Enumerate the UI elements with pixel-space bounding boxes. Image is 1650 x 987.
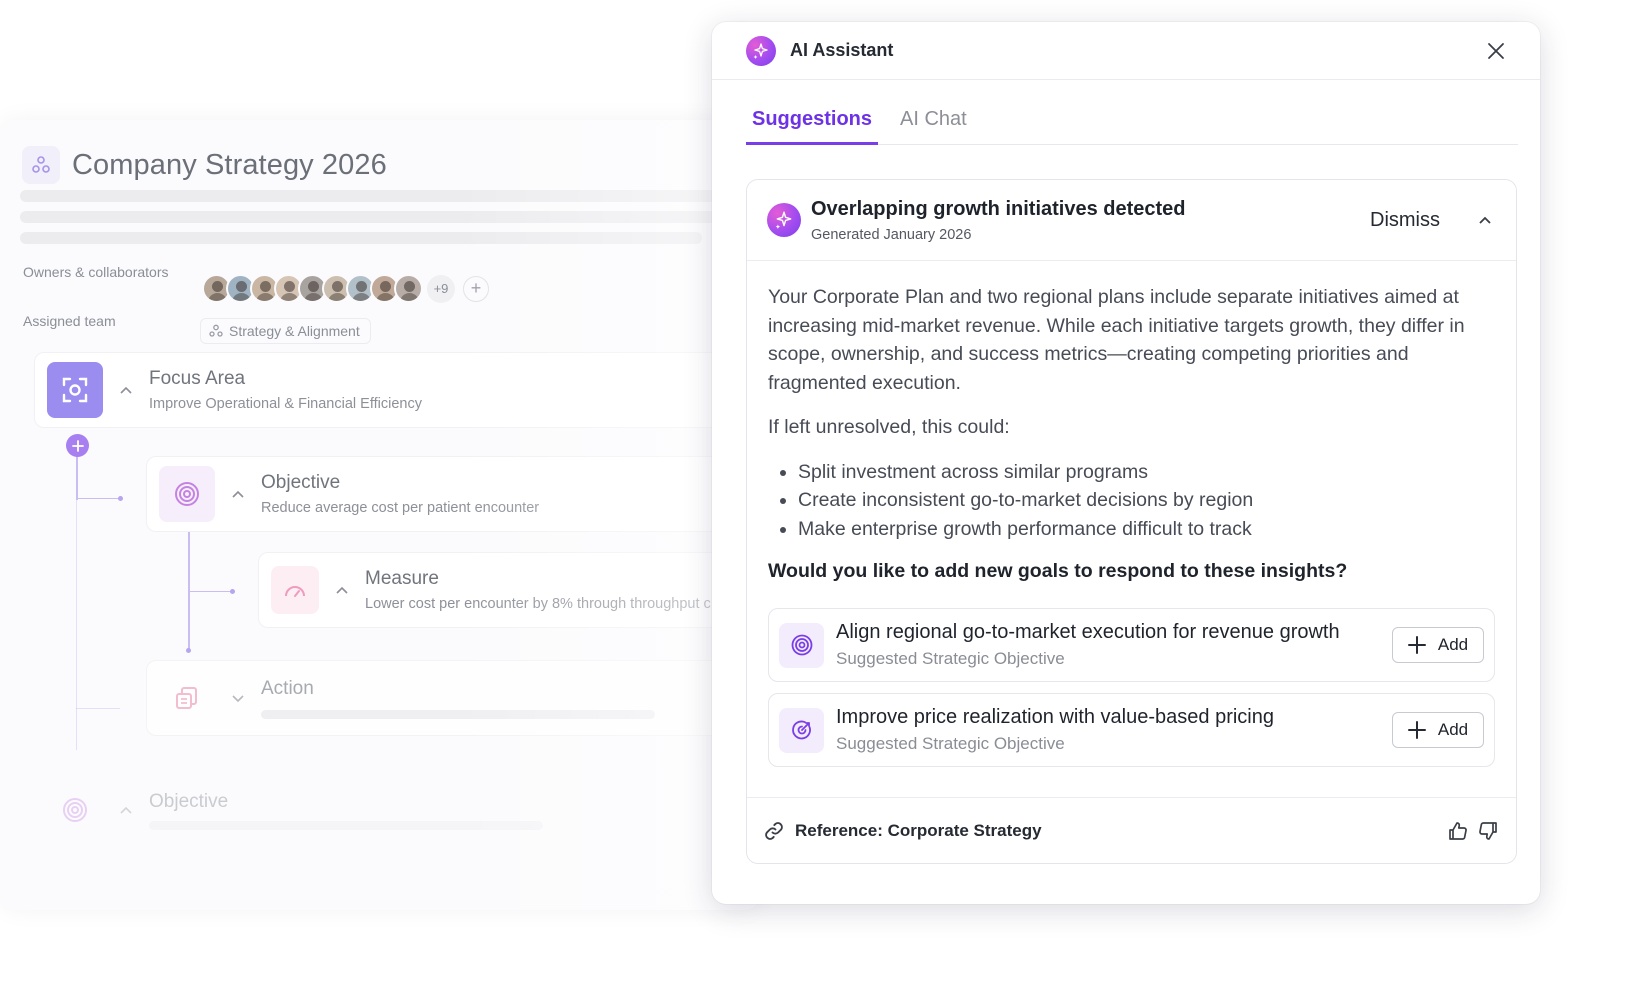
tree-dot [118, 496, 123, 501]
focus-icon [47, 362, 103, 418]
chevron-up-icon[interactable] [117, 381, 135, 399]
chevron-down-icon[interactable] [229, 689, 247, 707]
insight-paragraph: Your Corporate Plan and two regional pla… [768, 286, 1465, 394]
thumbs-down-icon [1479, 821, 1497, 840]
gauge-icon [271, 566, 319, 614]
link-icon [765, 821, 783, 840]
node-skeleton [149, 820, 543, 830]
dismiss-button[interactable]: Dismiss [1370, 209, 1440, 232]
node-title: Action [261, 677, 314, 699]
node-title: Measure [365, 568, 439, 589]
add-suggestion-button[interactable]: Add [1392, 712, 1484, 748]
plus-icon [1407, 721, 1426, 739]
node-title: Objective [261, 472, 341, 493]
list-item: Make enterprise growth performance diffi… [798, 515, 1496, 544]
description-skeleton-line [20, 190, 760, 202]
target-icon [159, 466, 215, 522]
thumbs-up-button[interactable] [1445, 818, 1471, 844]
close-button[interactable] [1484, 39, 1508, 63]
chevron-up-icon[interactable] [229, 485, 247, 503]
description-skeleton-line [20, 211, 760, 223]
page-title: Company Strategy 2026 [72, 148, 387, 181]
assistant-tabs: Suggestions AI Chat [746, 94, 1518, 145]
list-item: Create inconsistent go-to-market decisio… [798, 486, 1496, 515]
tree-connector [76, 708, 120, 709]
target-icon [47, 782, 103, 838]
insight-title: Overlapping growth initiatives detected [811, 197, 1186, 220]
node-subtitle: Improve Operational & Financial Efficien… [149, 396, 422, 412]
more-owners-count[interactable]: +9 [427, 274, 455, 303]
node-title: Objective [149, 790, 229, 812]
panel-header: AI Assistant [712, 22, 1540, 80]
sparkle-icon [746, 35, 776, 66]
reference-link[interactable]: Reference: Corporate Strategy [795, 821, 1042, 841]
objective-node-faded[interactable]: Objective [34, 772, 760, 848]
focus-area-node[interactable]: Focus Area Improve Operational & Financi… [34, 352, 760, 428]
target-icon [779, 622, 824, 668]
insight-question: Would you like to add new goals to respo… [768, 560, 1348, 582]
insight-header: Overlapping growth initiatives detected … [747, 180, 1516, 261]
hierarchy-icon [22, 146, 60, 184]
owners-avatars[interactable]: +9 + [202, 274, 489, 303]
add-label: Add [1437, 720, 1469, 739]
suggestion-subtitle: Suggested Strategic Objective [836, 734, 1065, 753]
tree-connector [76, 500, 77, 750]
team-chip[interactable]: Strategy & Alignment [200, 318, 371, 344]
tree-connector [76, 456, 78, 500]
insight-body: Your Corporate Plan and two regional pla… [747, 261, 1516, 767]
strategy-card: Company Strategy 2026 Owners & collabora… [0, 120, 760, 910]
tab-suggestions[interactable]: Suggestions [746, 94, 879, 145]
chevron-up-icon [1479, 216, 1491, 224]
strategy-header: Company Strategy 2026 [22, 146, 387, 184]
tab-ai-chat[interactable]: AI Chat [894, 94, 973, 145]
suggestion-subtitle: Suggested Strategic Objective [836, 649, 1065, 668]
owners-label: Owners & collaborators [23, 264, 169, 280]
plus-icon [71, 439, 84, 452]
node-title: Focus Area [149, 368, 246, 389]
add-suggestion-button[interactable]: Add [1392, 627, 1484, 663]
team-label: Assigned team [23, 313, 116, 329]
target-arrow-icon [779, 707, 824, 753]
plus-icon [1407, 636, 1426, 654]
suggestion-item: Align regional go-to-market execution fo… [768, 608, 1495, 682]
insight-card: Overlapping growth initiatives detected … [746, 179, 1517, 864]
tree-connector [76, 498, 120, 499]
description-skeleton-line [20, 232, 702, 244]
feedback-controls [1441, 818, 1501, 844]
document-icon [159, 670, 215, 726]
ai-assistant-panel: AI Assistant Suggestions AI Chat Overlap… [712, 22, 1540, 904]
suggestion-item: Improve price realization with value-bas… [768, 693, 1495, 767]
list-item: Split investment across similar programs [798, 458, 1496, 487]
suggestion-title: Align regional go-to-market execution fo… [836, 621, 1340, 643]
add-collaborator-button[interactable]: + [463, 275, 489, 302]
thumbs-up-icon [1449, 821, 1467, 840]
insight-date: Generated January 2026 [811, 226, 972, 243]
add-label: Add [1437, 635, 1469, 654]
chevron-up-icon[interactable] [333, 581, 351, 599]
node-subtitle: Lower cost per encounter by 8% through t… [365, 596, 711, 612]
action-node[interactable]: Action [146, 660, 760, 736]
add-node-button[interactable] [66, 434, 89, 457]
suggestion-title: Improve price realization with value-bas… [836, 706, 1274, 728]
chevron-up-icon[interactable] [117, 801, 135, 819]
sparkle-icon [767, 203, 801, 237]
insight-paragraph: If left unresolved, this could: [768, 416, 1010, 438]
tree-connector [188, 591, 232, 592]
team-icon [209, 324, 223, 337]
node-skeleton [261, 709, 655, 719]
panel-title: AI Assistant [790, 40, 894, 60]
team-name: Strategy & Alignment [229, 323, 360, 339]
reference-bar: Reference: Corporate Strategy [747, 797, 1516, 863]
close-icon [1488, 42, 1504, 59]
tree-dot [230, 589, 235, 594]
node-subtitle: Reduce average cost per patient encounte… [261, 500, 540, 516]
risk-list: Split investment across similar programs… [768, 458, 1496, 544]
collapse-button[interactable] [1474, 209, 1496, 231]
objective-node[interactable]: Objective Reduce average cost per patien… [146, 456, 760, 532]
avatar[interactable] [394, 274, 423, 303]
thumbs-down-button[interactable] [1475, 818, 1501, 844]
measure-node[interactable]: Measure Lower cost per encounter by 8% t… [258, 552, 760, 628]
tree-dot [186, 648, 191, 653]
